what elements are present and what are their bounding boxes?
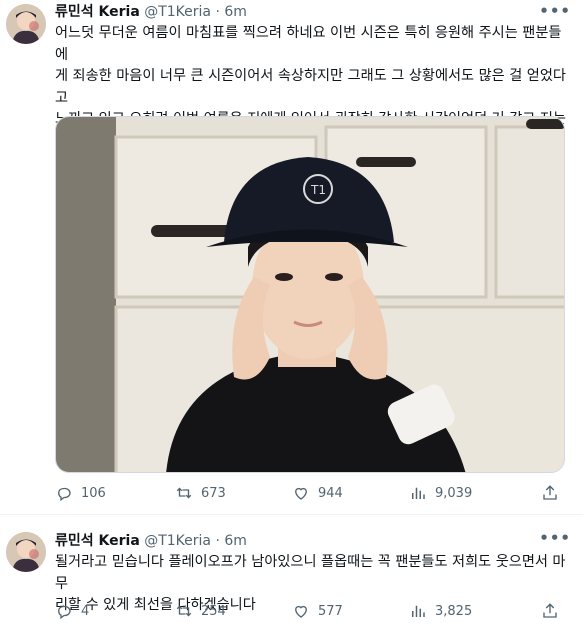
timestamp[interactable]: 6m: [224, 533, 247, 549]
user-handle[interactable]: @T1Keria: [144, 4, 211, 20]
like-count: 944: [318, 485, 343, 501]
timestamp[interactable]: 6m: [224, 4, 247, 20]
tweet-1[interactable]: 류민석 Keria @T1Keria · 6m ••• 어느덧 무더운 여름이 …: [0, 0, 583, 515]
tweet-actions: 4 254 577 3,825: [55, 602, 570, 624]
display-name[interactable]: 류민석 Keria: [55, 533, 140, 549]
share-button[interactable]: [541, 602, 567, 620]
like-button[interactable]: 944: [292, 484, 343, 502]
retweet-count: 254: [201, 603, 226, 619]
avatar[interactable]: [6, 532, 46, 572]
retweet-count: 673: [201, 485, 226, 501]
tweet-photo[interactable]: T1: [55, 116, 565, 473]
more-dots-icon[interactable]: •••: [539, 2, 571, 20]
views-button[interactable]: 3,825: [409, 602, 472, 620]
tweet-header: 류민석 Keria @T1Keria · 6m: [55, 3, 247, 21]
like-count: 577: [318, 603, 343, 619]
retweet-button[interactable]: 673: [175, 484, 226, 502]
share-icon: [543, 603, 557, 618]
separator: ·: [215, 4, 220, 20]
reply-button[interactable]: 4: [55, 602, 89, 620]
tweet-header: 류민석 Keria @T1Keria · 6m: [55, 532, 247, 550]
tweet-actions: 106 673 944 9,039: [55, 484, 570, 506]
reply-count: 106: [81, 485, 106, 501]
tweet-2[interactable]: 류민석 Keria @T1Keria · 6m ••• 될거라고 믿습니다 플레…: [0, 515, 583, 627]
reply-icon: [58, 487, 71, 502]
view-count: 9,039: [435, 485, 473, 501]
retweet-icon: [176, 605, 192, 617]
display-name[interactable]: 류민석 Keria: [55, 4, 140, 20]
retweet-button[interactable]: 254: [175, 602, 226, 620]
share-button[interactable]: [541, 484, 567, 502]
heart-icon: [295, 487, 307, 500]
reply-icon: [58, 605, 71, 620]
retweet-icon: [176, 487, 192, 499]
view-count: 3,825: [435, 603, 473, 619]
separator: ·: [215, 533, 220, 549]
reply-button[interactable]: 106: [55, 484, 106, 502]
views-bar-icon: [412, 487, 425, 499]
user-handle[interactable]: @T1Keria: [144, 533, 211, 549]
like-button[interactable]: 577: [292, 602, 343, 620]
views-bar-icon: [412, 605, 425, 617]
heart-icon: [295, 605, 307, 618]
views-button[interactable]: 9,039: [409, 484, 472, 502]
reply-count: 4: [81, 603, 90, 619]
share-icon: [543, 485, 557, 500]
more-dots-icon[interactable]: •••: [539, 529, 571, 547]
avatar[interactable]: [6, 4, 46, 44]
svg-text:T1: T1: [310, 183, 326, 197]
